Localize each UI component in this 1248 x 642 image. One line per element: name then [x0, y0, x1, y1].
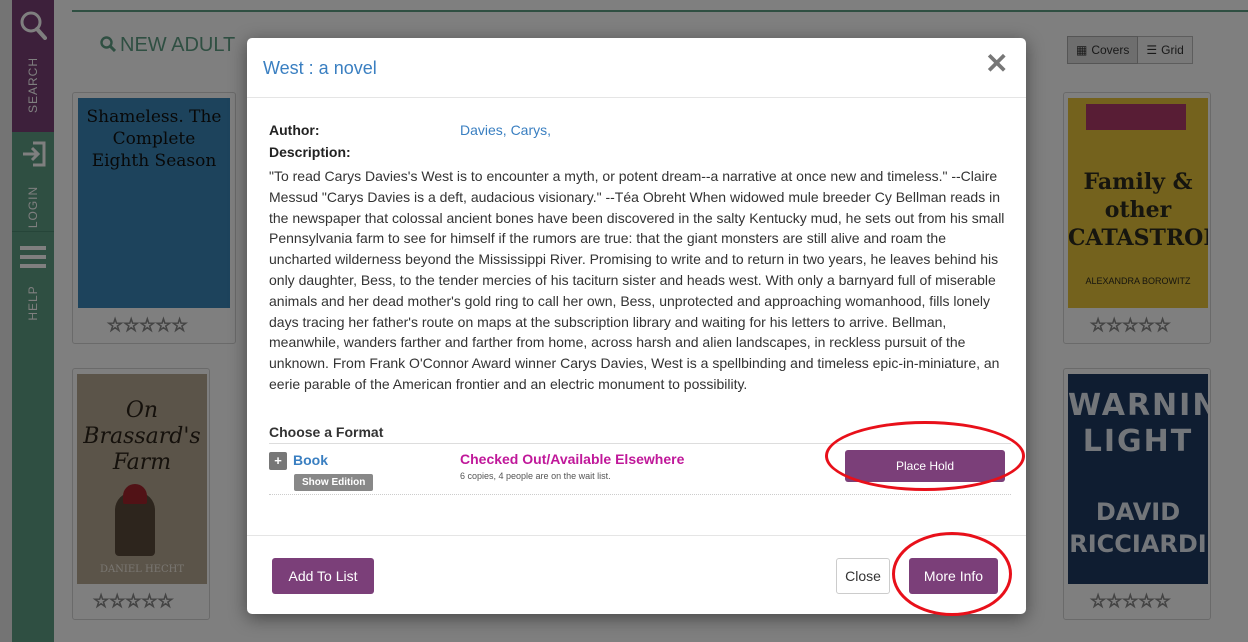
choose-format-label: Choose a Format — [269, 424, 384, 440]
title-details-modal: West : a novel ✕ Author: Davies, Carys, … — [247, 38, 1026, 614]
format-name-link[interactable]: Book — [293, 452, 328, 468]
annotation-circle — [825, 421, 1025, 491]
author-label: Author: — [269, 122, 320, 138]
description-label: Description: — [269, 144, 351, 160]
close-icon[interactable]: ✕ — [985, 50, 1008, 78]
close-button[interactable]: Close — [836, 558, 890, 594]
description-text: "To read Carys Davies's West is to encou… — [269, 168, 1005, 392]
availability-status: Checked Out/Available Elsewhere — [460, 451, 685, 467]
add-to-list-button[interactable]: Add To List — [272, 558, 374, 594]
expand-format-button[interactable]: + — [269, 452, 287, 470]
show-edition-button[interactable]: Show Edition — [294, 474, 374, 491]
annotation-circle — [892, 532, 1012, 616]
author-link[interactable]: Davies, Carys, — [460, 122, 551, 138]
copies-info: 6 copies, 4 people are on the wait list. — [460, 471, 611, 481]
modal-title: West : a novel — [263, 58, 377, 78]
modal-header: West : a novel ✕ — [247, 38, 1026, 98]
